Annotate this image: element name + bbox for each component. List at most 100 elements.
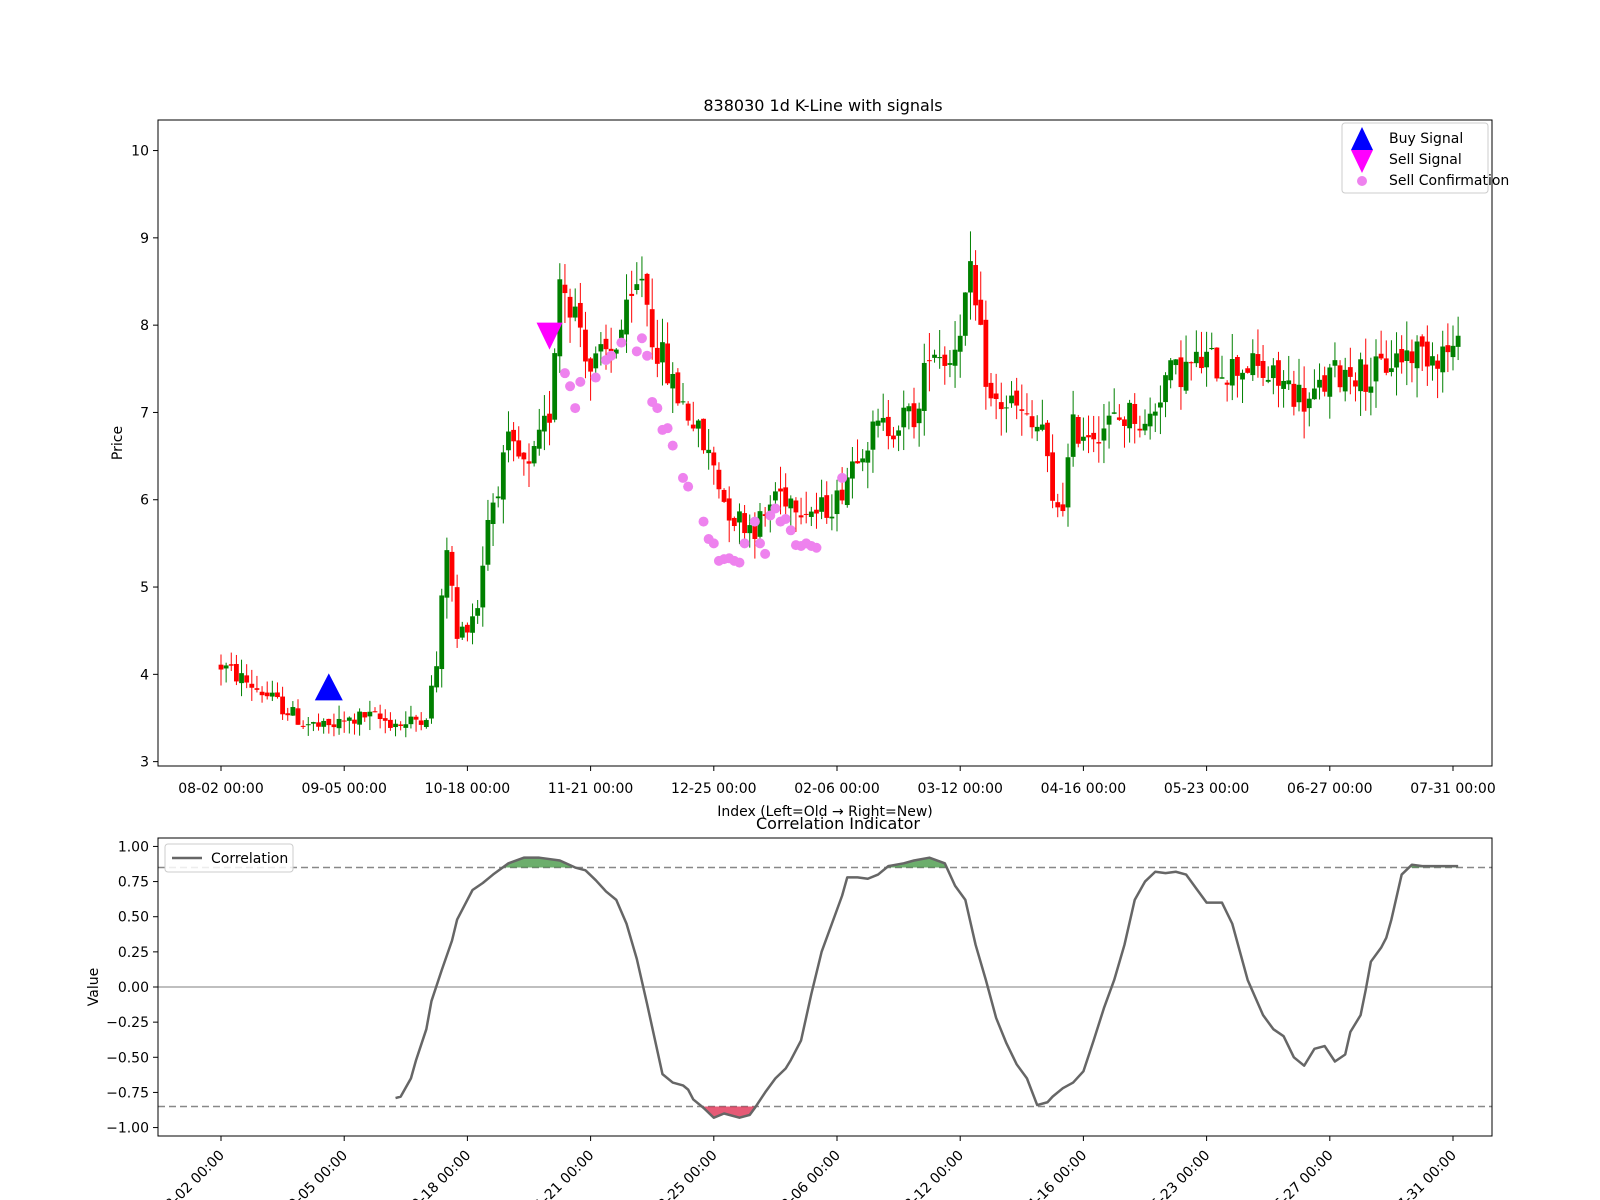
candle-body	[1245, 368, 1251, 373]
candle-body	[891, 435, 896, 440]
y-tick-label: 10	[131, 144, 149, 160]
candle-body	[788, 498, 794, 509]
candle-body	[1060, 504, 1066, 512]
candle-body	[660, 342, 665, 363]
candle-body	[490, 502, 496, 525]
candle-body	[603, 338, 609, 350]
candle-body	[459, 626, 465, 638]
candle-body	[932, 354, 937, 358]
candle-body	[1389, 368, 1394, 373]
candle-body	[839, 489, 845, 501]
candle-body	[1419, 336, 1425, 347]
candle-body	[1086, 435, 1091, 438]
x-tick-label: 12-25 00:00	[671, 781, 756, 797]
candle-body	[1306, 398, 1312, 409]
candle-body	[336, 718, 342, 729]
candle-body	[311, 722, 316, 724]
candle-body	[326, 718, 332, 726]
candle-body	[998, 402, 1004, 410]
candle-body	[1255, 354, 1261, 366]
candle-body	[1152, 411, 1158, 416]
candle-body	[1111, 412, 1117, 414]
candle-body	[280, 696, 285, 715]
candle-body	[957, 335, 963, 352]
y-tick-label: −0.25	[106, 1015, 149, 1031]
candle-body	[824, 495, 830, 518]
candle-body	[1342, 369, 1348, 392]
y-tick-label: 6	[140, 493, 149, 509]
candle-body	[1296, 384, 1302, 403]
candle-body	[680, 401, 686, 403]
candle-body	[1440, 346, 1446, 373]
candle-body	[665, 343, 670, 384]
candle-body	[1014, 390, 1020, 406]
y-tick-label: 0.00	[118, 980, 149, 996]
candle-body	[1276, 360, 1281, 386]
candle-body	[321, 720, 327, 727]
candle-body	[547, 413, 552, 423]
sell-confirmation-point	[590, 372, 601, 383]
candle-body	[480, 565, 486, 608]
sell-confirmation-point	[708, 538, 719, 549]
candle-body	[1409, 351, 1415, 364]
candle-body	[593, 353, 599, 369]
candle-body	[572, 306, 578, 318]
candle-body	[737, 511, 742, 523]
candle-body	[1373, 356, 1379, 382]
candle-body	[244, 675, 250, 683]
candle-body	[500, 452, 506, 500]
candle-body	[752, 524, 758, 539]
candle-body	[906, 406, 912, 412]
candle-body	[829, 516, 835, 519]
sell-confirmation-point	[575, 376, 586, 387]
sell-confirmation-point	[683, 481, 694, 492]
candle-body	[644, 273, 650, 305]
sell-confirmation-point	[559, 368, 570, 379]
candle-body	[978, 299, 984, 325]
candle-body	[341, 720, 347, 722]
candle-body	[855, 461, 860, 464]
sell-confirmation-point	[616, 337, 627, 348]
candle-body	[429, 685, 434, 719]
sell-confirmation-point	[667, 440, 678, 451]
correlation-legend: Correlation	[164, 843, 294, 873]
y-tick-label: −1.00	[106, 1121, 149, 1137]
candle-body	[1224, 382, 1230, 385]
candle-body	[259, 691, 265, 696]
sell-confirmation-point	[631, 346, 642, 357]
candle-body	[413, 716, 419, 720]
candle-body	[962, 292, 968, 336]
x-tick-label: 02-06 00:00	[794, 781, 879, 797]
candle-body	[346, 717, 352, 721]
candle-body	[685, 403, 691, 421]
candle-body	[937, 357, 943, 359]
candle-body	[1081, 436, 1086, 441]
candle-body	[1075, 416, 1081, 444]
candle-body	[1250, 353, 1256, 376]
candle-body	[583, 329, 588, 362]
candle-body	[921, 362, 927, 411]
kline-legend: Buy Signal Sell Signal Sell Confirmation	[1341, 122, 1509, 194]
candle-body	[234, 663, 239, 682]
candle-body	[1394, 353, 1399, 368]
y-tick-label: 8	[140, 318, 149, 334]
candle-body	[1260, 360, 1266, 378]
candle-body	[1091, 432, 1097, 440]
candle-body	[896, 430, 901, 436]
candle-body	[542, 415, 547, 432]
candle-body	[403, 724, 409, 728]
candle-body	[1265, 379, 1271, 382]
candle-body	[1122, 419, 1127, 426]
legend-sell-confirmation-label: Sell Confirmation	[1389, 173, 1509, 189]
candle-body	[1383, 358, 1389, 373]
candle-body	[1199, 356, 1204, 369]
candle-body	[1455, 335, 1461, 347]
candle-body	[942, 354, 948, 366]
x-tick-label: 09-05 00:00	[301, 781, 386, 797]
y-tick-label: 5	[140, 580, 149, 596]
candle-body	[711, 452, 717, 466]
candle-body	[1055, 502, 1061, 508]
candle-body	[305, 724, 311, 726]
candle-body	[1137, 428, 1143, 431]
candle-body	[249, 683, 255, 688]
